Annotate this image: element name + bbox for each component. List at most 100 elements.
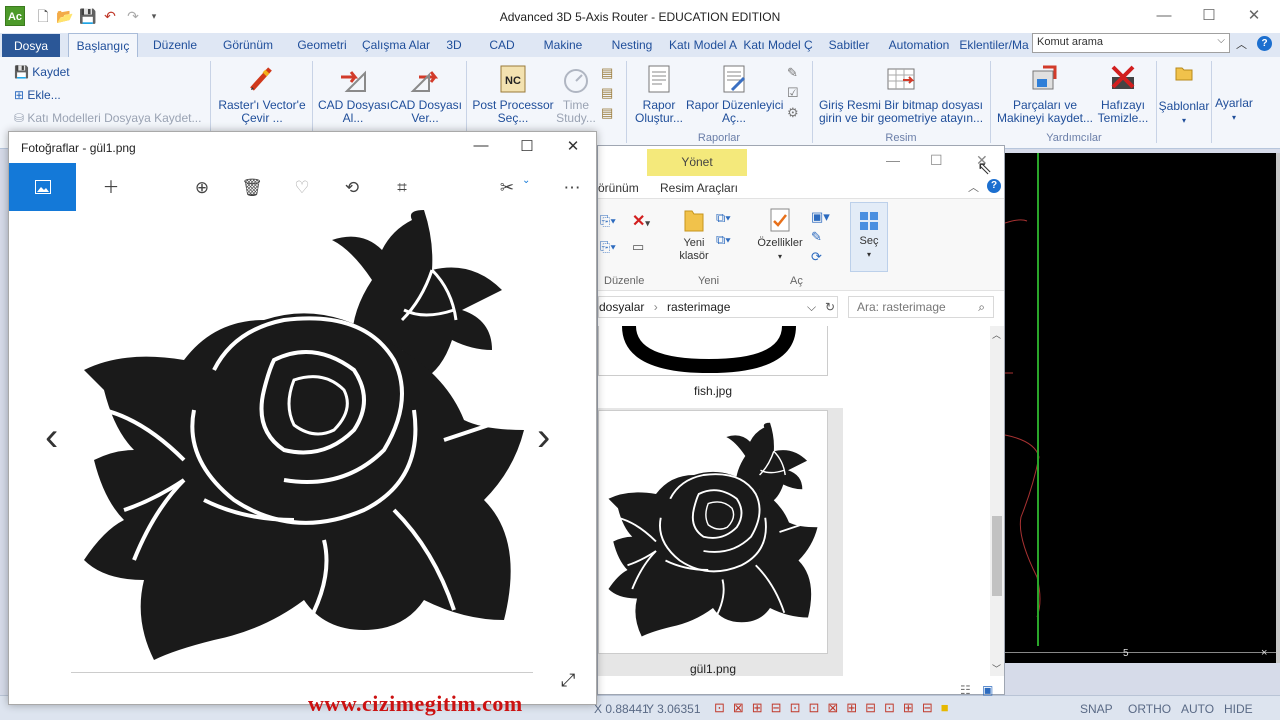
- scroll-up-icon[interactable]: ︿: [992, 328, 1001, 341]
- post-processor-button[interactable]: NC Post Processor Seç...: [470, 63, 556, 125]
- nc-list-icon[interactable]: ▤: [601, 83, 613, 103]
- photos-maximize-button[interactable]: ☐: [512, 137, 542, 155]
- rapor-olustur-button[interactable]: Rapor Oluştur...: [630, 63, 688, 125]
- raster-to-vector-button[interactable]: Raster'ı Vector'e Çevir ...: [218, 63, 306, 125]
- refresh-icon[interactable]: ↻: [825, 297, 835, 317]
- collapse-ribbon-icon[interactable]: ︿: [968, 179, 979, 195]
- collection-button[interactable]: [9, 163, 76, 211]
- move-to-icon[interactable]: ⎘▾: [600, 213, 616, 229]
- cad-import-button[interactable]: CAD Dosyası Al...: [318, 63, 390, 125]
- tab-3d[interactable]: 3D: [440, 33, 468, 57]
- giris-resmi-button[interactable]: Giriş Resmi Bir bitmap dosyası girin ve b…: [816, 63, 986, 125]
- tab-resim-araclari[interactable]: Resim Araçları: [660, 181, 738, 195]
- report-check-icon[interactable]: ☑: [787, 83, 799, 103]
- ayarlar-button[interactable]: Ayarlar ▾: [1212, 63, 1256, 124]
- cad-export-button[interactable]: CAD Dosyası Ver...: [390, 63, 462, 125]
- file-name-gul1[interactable]: gül1.png: [598, 662, 828, 676]
- select-button[interactable]: Seç ▾: [850, 202, 888, 272]
- more-button[interactable]: ⋯: [560, 176, 584, 200]
- report-edit-icon[interactable]: ✎: [787, 63, 799, 83]
- report-lock-icon[interactable]: ⚙: [787, 103, 799, 123]
- ortho-toggle[interactable]: ORTHO: [1128, 702, 1171, 716]
- scrollbar-thumb[interactable]: [992, 516, 1002, 596]
- explorer-maximize-button[interactable]: ☐: [930, 152, 943, 169]
- new-item-icons[interactable]: ⧉▾ ⧉▾: [716, 207, 731, 251]
- tab-cad[interactable]: CAD: [484, 33, 520, 57]
- tab-geometri[interactable]: Geometri: [292, 33, 352, 57]
- snap-tool-icons[interactable]: ⊡⊠⊞⊟⊡⊡⊠⊞⊟⊡⊞⊟■: [714, 700, 957, 716]
- delete-button[interactable]: 🗑: [240, 176, 264, 200]
- add-button[interactable]: ＋: [99, 176, 123, 200]
- explorer-minimize-button[interactable]: —: [886, 152, 900, 168]
- breadcrumb-dosyalar[interactable]: dosyalar: [599, 300, 644, 314]
- hide-toggle[interactable]: HIDE: [1224, 702, 1253, 716]
- file-thumbnail-gul1[interactable]: [598, 410, 828, 654]
- scrollbar[interactable]: [1276, 153, 1280, 663]
- tab-baslangic[interactable]: Başlangıç: [68, 33, 138, 57]
- tab-makine[interactable]: Makine: [537, 33, 589, 57]
- fullscreen-button[interactable]: ⤢: [561, 670, 575, 691]
- chevron-down-icon[interactable]: ⌄: [522, 175, 530, 186]
- nc-settings-icon[interactable]: ▤: [601, 103, 613, 123]
- collapse-ribbon-icon[interactable]: ︿: [1236, 36, 1247, 52]
- help-icon[interactable]: ?: [987, 179, 1001, 193]
- nc-post-processor-icon: NC: [500, 65, 526, 93]
- command-search-input[interactable]: Komut arama ⌵: [1032, 33, 1230, 53]
- tab-gorunum[interactable]: Görünüm: [215, 33, 281, 57]
- details-view-icon[interactable]: ☷: [960, 683, 971, 697]
- auto-toggle[interactable]: AUTO: [1181, 702, 1214, 716]
- scrollbar[interactable]: ︿ ﹀: [990, 326, 1004, 676]
- explorer-search-input[interactable]: Ara: rasterimage ⌕: [848, 296, 994, 318]
- kaydet-button[interactable]: 💾 Kaydet: [14, 62, 70, 82]
- minimize-button[interactable]: —: [1141, 4, 1187, 28]
- tab-automation[interactable]: Automation: [883, 33, 955, 57]
- rapor-duzenleyici-button[interactable]: Rapor Düzenleyici Aç...: [686, 63, 783, 125]
- tab-duzenle[interactable]: Düzenle: [145, 33, 205, 57]
- nc-small-icons[interactable]: ▤ ▤ ▤: [601, 63, 613, 123]
- tab-kati-model-a[interactable]: Katı Model A: [668, 33, 738, 57]
- chevron-down-icon[interactable]: ⌵: [1217, 35, 1225, 46]
- address-dropdown-icon[interactable]: ⌵: [807, 297, 816, 317]
- snap-toggle[interactable]: SNAP: [1080, 702, 1113, 716]
- tab-kati-model-c[interactable]: Katı Model Ç: [742, 33, 814, 57]
- tab-yonet[interactable]: Yönet: [647, 149, 747, 176]
- report-small-icons[interactable]: ✎ ☑ ⚙: [787, 63, 799, 123]
- rename-icon[interactable]: ▭: [632, 239, 644, 255]
- copy-to-icon[interactable]: ⎘▾: [600, 239, 616, 255]
- crop-button[interactable]: ⌗: [390, 176, 414, 200]
- ekle-button[interactable]: ⊞ Ekle...: [14, 85, 61, 105]
- tab-dosya[interactable]: Dosya: [2, 34, 60, 57]
- new-folder-button[interactable]: Yeni klasör: [674, 207, 714, 263]
- tab-gorunum[interactable]: örünüm: [598, 181, 639, 195]
- sablonlar-button[interactable]: Şablonlar ▾: [1158, 63, 1210, 127]
- breadcrumb-rasterimage[interactable]: rasterimage: [667, 300, 730, 314]
- rotate-button[interactable]: ⟲: [340, 176, 364, 200]
- cad-drawing-area[interactable]: [1005, 153, 1276, 663]
- large-icons-view-icon[interactable]: ▣: [982, 683, 993, 697]
- photos-close-button[interactable]: ✕: [558, 137, 588, 155]
- address-bar[interactable]: dosyalar › rasterimage ⌵ ↻: [598, 296, 838, 318]
- maximize-button[interactable]: ☐: [1186, 4, 1232, 28]
- scroll-down-icon[interactable]: ﹀: [992, 662, 1001, 675]
- nc-edit-icon[interactable]: ▤: [601, 63, 613, 83]
- hafiza-temizle-button[interactable]: Hafızayı Temizle...: [1094, 63, 1152, 125]
- delete-icon[interactable]: ✕▾: [632, 211, 650, 231]
- file-name-fish[interactable]: fish.jpg: [598, 384, 828, 398]
- next-photo-button[interactable]: ›: [537, 417, 550, 457]
- zoom-button[interactable]: ⊕: [190, 176, 214, 200]
- properties-button[interactable]: Özellikler ▾: [754, 207, 806, 263]
- help-icon[interactable]: ?: [1257, 36, 1272, 51]
- edit-button[interactable]: ✂: [495, 176, 519, 200]
- tab-nesting[interactable]: Nesting: [604, 33, 660, 57]
- parcalari-kaydet-button[interactable]: Parçaları ve Makineyi kaydet...: [994, 63, 1096, 125]
- photos-minimize-button[interactable]: —: [466, 137, 496, 154]
- close-button[interactable]: ✕: [1231, 4, 1277, 28]
- open-options-icons[interactable]: ▣▾ ✎ ⟳: [811, 207, 830, 267]
- file-thumbnail-fish[interactable]: [598, 326, 828, 376]
- tab-calisma-alani[interactable]: Çalışma Alar: [361, 33, 431, 57]
- tab-sabitler[interactable]: Sabitler: [822, 33, 876, 57]
- file-item-gul1-selected[interactable]: gül1.png: [598, 408, 843, 676]
- tab-eklentiler[interactable]: Eklentiler/Ma: [958, 33, 1030, 57]
- previous-photo-button[interactable]: ‹: [45, 417, 58, 457]
- favorite-button[interactable]: ♡: [290, 176, 314, 200]
